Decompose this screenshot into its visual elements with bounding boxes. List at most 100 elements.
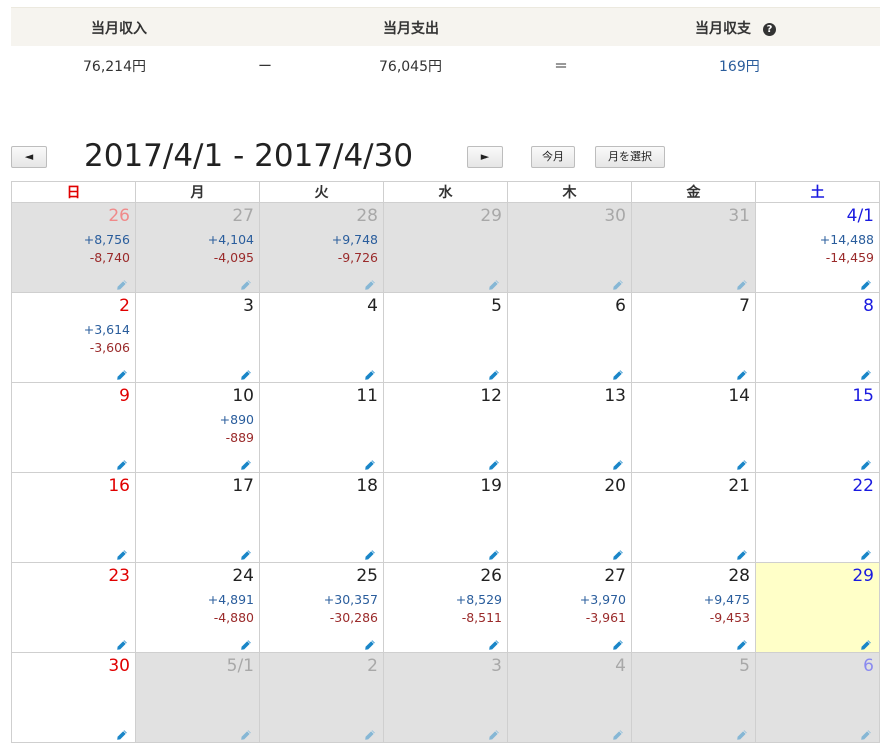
calendar-day-cell[interactable]: 26 +8,756 -8,740 bbox=[11, 202, 136, 293]
pencil-icon[interactable] bbox=[116, 546, 128, 560]
pencil-icon[interactable] bbox=[240, 456, 252, 470]
pencil-icon[interactable] bbox=[364, 636, 376, 650]
pencil-icon[interactable] bbox=[860, 456, 872, 470]
pencil-icon[interactable] bbox=[364, 456, 376, 470]
pencil-icon[interactable] bbox=[612, 726, 624, 740]
day-number: 22 bbox=[852, 476, 874, 496]
pencil-icon[interactable] bbox=[488, 366, 500, 380]
calendar-day-cell[interactable]: 21 bbox=[631, 472, 756, 563]
calendar-day-cell[interactable]: 27 +3,970 -3,961 bbox=[507, 562, 632, 653]
calendar-day-cell[interactable]: 30 bbox=[507, 202, 632, 293]
pencil-icon[interactable] bbox=[116, 366, 128, 380]
calendar-day-cell[interactable]: 12 bbox=[383, 382, 508, 473]
this-month-button[interactable]: 今月 bbox=[531, 146, 575, 168]
day-expense: -9,726 bbox=[337, 250, 378, 265]
pencil-icon[interactable] bbox=[488, 546, 500, 560]
pencil-icon[interactable] bbox=[736, 726, 748, 740]
pencil-icon[interactable] bbox=[488, 636, 500, 650]
pencil-icon[interactable] bbox=[116, 636, 128, 650]
calendar-day-cell[interactable]: 24 +4,891 -4,880 bbox=[135, 562, 260, 653]
calendar-day-cell[interactable]: 3 bbox=[383, 652, 508, 743]
pencil-icon[interactable] bbox=[240, 276, 252, 290]
calendar-day-cell[interactable]: 3 bbox=[135, 292, 260, 383]
calendar-day-cell[interactable]: 20 bbox=[507, 472, 632, 563]
pencil-icon[interactable] bbox=[488, 456, 500, 470]
calendar-day-cell[interactable]: 5 bbox=[631, 652, 756, 743]
calendar-day-cell[interactable]: 2 +3,614 -3,606 bbox=[11, 292, 136, 383]
calendar-day-cell[interactable]: 19 bbox=[383, 472, 508, 563]
pencil-icon[interactable] bbox=[736, 546, 748, 560]
pencil-icon[interactable] bbox=[612, 276, 624, 290]
calendar-day-cell[interactable]: 29 bbox=[755, 562, 880, 653]
calendar-day-cell[interactable]: 6 bbox=[507, 292, 632, 383]
day-number: 23 bbox=[108, 566, 130, 586]
prev-month-button[interactable]: ◄ bbox=[11, 146, 47, 168]
calendar-day-cell[interactable]: 16 bbox=[11, 472, 136, 563]
pencil-icon[interactable] bbox=[736, 456, 748, 470]
income-value: 76,214円 bbox=[83, 59, 146, 75]
calendar-day-cell[interactable]: 22 bbox=[755, 472, 880, 563]
day-income: +4,891 bbox=[207, 592, 254, 607]
pencil-icon[interactable] bbox=[860, 546, 872, 560]
pencil-icon[interactable] bbox=[736, 276, 748, 290]
question-circle-icon[interactable]: ? bbox=[763, 22, 776, 36]
pencil-icon[interactable] bbox=[240, 726, 252, 740]
calendar-day-cell[interactable]: 31 bbox=[631, 202, 756, 293]
pencil-icon[interactable] bbox=[612, 366, 624, 380]
calendar-day-cell[interactable]: 4 bbox=[259, 292, 384, 383]
calendar-day-cell[interactable]: 6 bbox=[755, 652, 880, 743]
pencil-icon[interactable] bbox=[612, 546, 624, 560]
calendar-day-cell[interactable]: 29 bbox=[383, 202, 508, 293]
pencil-icon[interactable] bbox=[116, 726, 128, 740]
calendar-day-cell[interactable]: 11 bbox=[259, 382, 384, 473]
pencil-icon[interactable] bbox=[736, 366, 748, 380]
select-month-button[interactable]: 月を選択 bbox=[595, 146, 665, 168]
day-number: 11 bbox=[356, 386, 378, 406]
pencil-icon[interactable] bbox=[364, 276, 376, 290]
calendar-day-cell[interactable]: 13 bbox=[507, 382, 632, 473]
calendar-day-cell[interactable]: 18 bbox=[259, 472, 384, 563]
day-number: 17 bbox=[232, 476, 254, 496]
calendar-day-cell[interactable]: 4/1 +14,488 -14,459 bbox=[755, 202, 880, 293]
pencil-icon[interactable] bbox=[240, 546, 252, 560]
pencil-icon[interactable] bbox=[488, 276, 500, 290]
pencil-icon[interactable] bbox=[364, 726, 376, 740]
next-month-button[interactable]: ► bbox=[467, 146, 503, 168]
calendar-day-cell[interactable]: 8 bbox=[755, 292, 880, 383]
pencil-icon[interactable] bbox=[364, 546, 376, 560]
pencil-icon[interactable] bbox=[364, 366, 376, 380]
pencil-icon[interactable] bbox=[488, 726, 500, 740]
calendar-day-cell[interactable]: 10 +890 -889 bbox=[135, 382, 260, 473]
day-number: 29 bbox=[852, 566, 874, 586]
calendar-day-cell[interactable]: 23 bbox=[11, 562, 136, 653]
pencil-icon[interactable] bbox=[860, 276, 872, 290]
pencil-icon[interactable] bbox=[240, 636, 252, 650]
pencil-icon[interactable] bbox=[860, 726, 872, 740]
calendar-day-cell[interactable]: 17 bbox=[135, 472, 260, 563]
pencil-icon[interactable] bbox=[612, 636, 624, 650]
day-expense: -14,459 bbox=[825, 250, 874, 265]
calendar-day-cell[interactable]: 7 bbox=[631, 292, 756, 383]
calendar-day-cell[interactable]: 27 +4,104 -4,095 bbox=[135, 202, 260, 293]
calendar-day-cell[interactable]: 26 +8,529 -8,511 bbox=[383, 562, 508, 653]
day-number: 3 bbox=[491, 656, 502, 676]
calendar-day-cell[interactable]: 4 bbox=[507, 652, 632, 743]
pencil-icon[interactable] bbox=[612, 456, 624, 470]
calendar-day-cell[interactable]: 28 +9,475 -9,453 bbox=[631, 562, 756, 653]
calendar-day-cell[interactable]: 14 bbox=[631, 382, 756, 473]
pencil-icon[interactable] bbox=[860, 366, 872, 380]
pencil-icon[interactable] bbox=[736, 636, 748, 650]
calendar-day-cell[interactable]: 28 +9,748 -9,726 bbox=[259, 202, 384, 293]
calendar-day-cell[interactable]: 30 bbox=[11, 652, 136, 743]
pencil-icon[interactable] bbox=[116, 276, 128, 290]
calendar-day-cell[interactable]: 2 bbox=[259, 652, 384, 743]
pencil-icon[interactable] bbox=[116, 456, 128, 470]
calendar-day-cell[interactable]: 9 bbox=[11, 382, 136, 473]
pencil-icon[interactable] bbox=[240, 366, 252, 380]
calendar-day-cell[interactable]: 5/1 bbox=[135, 652, 260, 743]
pencil-icon[interactable] bbox=[860, 636, 872, 650]
calendar-day-cell[interactable]: 5 bbox=[383, 292, 508, 383]
calendar-day-cell[interactable]: 25 +30,357 -30,286 bbox=[259, 562, 384, 653]
calendar-day-cell[interactable]: 15 bbox=[755, 382, 880, 473]
day-number: 18 bbox=[356, 476, 378, 496]
